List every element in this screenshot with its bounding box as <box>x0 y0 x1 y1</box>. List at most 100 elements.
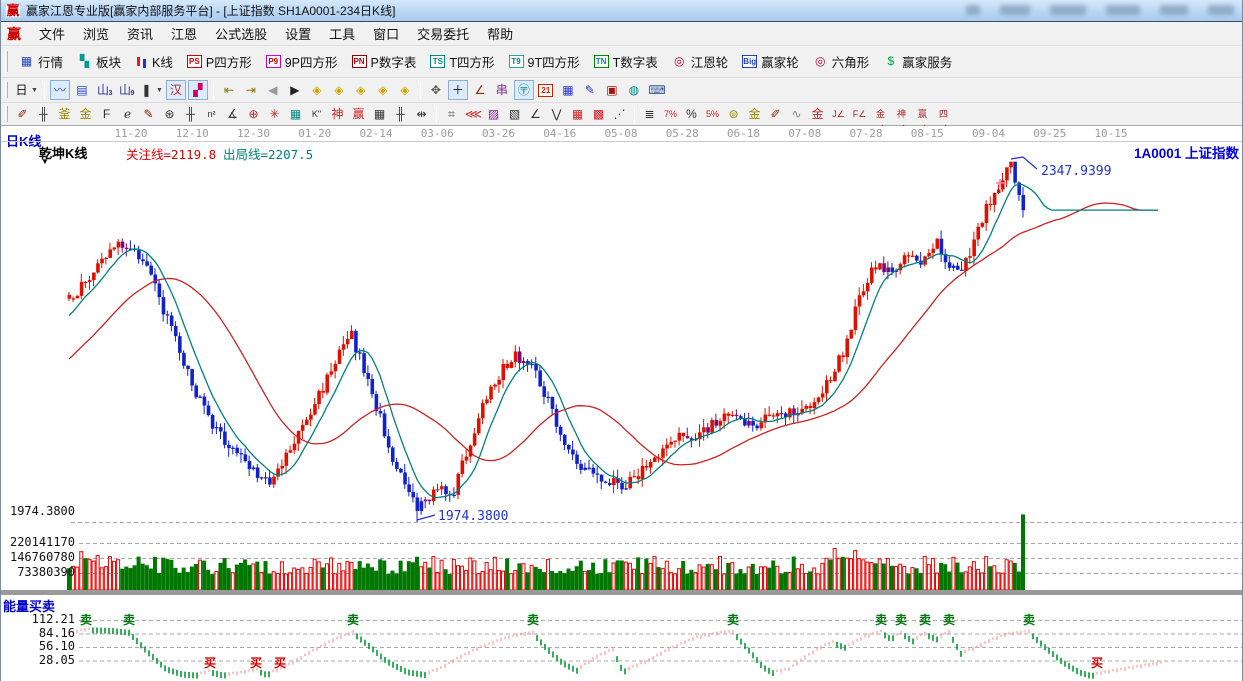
gold-box-tool-button[interactable]: 金 <box>808 105 827 123</box>
f-lines-tool-button[interactable]: F <box>97 105 116 123</box>
target-circle-tool-button[interactable]: ⊕ <box>244 105 263 123</box>
pen-ruler-tool-button[interactable]: ✎ <box>139 105 158 123</box>
period-day-button[interactable]: 日▼ <box>13 80 39 100</box>
t-number-table-button[interactable]: TNT数字表 <box>587 49 665 74</box>
angle-measure-tool-button[interactable]: ∠ <box>470 80 490 100</box>
t-square-button[interactable]: TST四方形 <box>423 49 501 74</box>
red-grid-corner-tool-button[interactable]: ▩ <box>589 105 608 123</box>
grid-lines-tool-button[interactable]: ╫ <box>34 105 53 123</box>
brush-tool-button[interactable]: ✐ <box>766 105 785 123</box>
n-squared-tool-button[interactable]: n² <box>202 105 221 123</box>
page-prev-button[interactable]: ◀ <box>263 80 283 100</box>
kline-button[interactable]: K线 <box>128 49 180 74</box>
ying-grid-tool-button[interactable]: 赢 <box>349 105 368 123</box>
f-angle-tool-button[interactable]: F∠ <box>850 105 869 123</box>
wave-overlay-tool-button[interactable]: ∿ <box>787 105 806 123</box>
pane-separator[interactable] <box>1 590 1243 595</box>
percent-5-tool-button[interactable]: 5% <box>703 105 722 123</box>
box-tool-button[interactable]: ⌗ <box>442 105 461 123</box>
histogram-overlay-button[interactable]: ▞ <box>188 80 208 100</box>
9t-square-button[interactable]: T99T四方形 <box>502 49 587 74</box>
winner-wheel-button[interactable]: Big赢家轮 <box>735 49 806 74</box>
pen-tool-button[interactable]: ✐ <box>13 105 32 123</box>
j-angle-tool-button[interactable]: J∠ <box>829 105 848 123</box>
star-web-tool-button[interactable]: ✳ <box>265 105 284 123</box>
menu-item-news[interactable]: 资讯 <box>119 22 161 45</box>
candle-style-button[interactable]: ❚▼ <box>138 80 164 100</box>
numbered-grid-tool-button[interactable]: ▦ <box>370 105 389 123</box>
fan-lines-tool-button[interactable]: ⋘ <box>463 105 482 123</box>
hash-lines-tool-button[interactable]: ╫ <box>181 105 200 123</box>
percent-tool-button[interactable]: % <box>682 105 701 123</box>
bars-9-button[interactable]: 山9 <box>116 80 136 100</box>
gold-angle-tool-button[interactable]: 金∠ <box>871 105 890 123</box>
gold-kettle-tool-button[interactable]: 釜 <box>55 105 74 123</box>
menu-item-window[interactable]: 窗口 <box>365 22 407 45</box>
sectors-button[interactable]: ▚板块 <box>70 49 128 74</box>
p-square-button[interactable]: PSP四方形 <box>180 49 259 74</box>
save-icon: ▣ <box>604 83 619 98</box>
menu-item-trade-entrust[interactable]: 交易委托 <box>409 22 477 45</box>
zoom-all-button[interactable]: ◈ <box>395 80 415 100</box>
title-bar[interactable]: 赢 赢家江恩专业版[赢家内部服务平台] - [上证指数 SH1A0001-234… <box>1 0 1242 22</box>
chart-globe-button[interactable]: ◍ <box>624 80 644 100</box>
zoom-out-x-button[interactable]: ◈ <box>307 80 327 100</box>
save-button[interactable]: ▣ <box>602 80 622 100</box>
ying-angle-tool-button[interactable]: 赢∠ <box>913 105 932 123</box>
bars-3-button[interactable]: 山3 <box>94 80 114 100</box>
fan-box-tool-button[interactable]: ▨ <box>484 105 503 123</box>
menu-item-formula-stock-pick[interactable]: 公式选股 <box>207 22 275 45</box>
percent-7-tool-button[interactable]: 7% <box>661 105 680 123</box>
angle-pen-tool-button[interactable]: ∡ <box>223 105 242 123</box>
page-next-button[interactable]: ▶ <box>285 80 305 100</box>
market-quotes-button[interactable]: ▦行情 <box>12 49 70 74</box>
v-lines-tool-button[interactable]: ⋁ <box>547 105 566 123</box>
angle-rays-tool-button[interactable]: ∠ <box>526 105 545 123</box>
crosshair-tool-button[interactable]: ＋ <box>448 80 468 100</box>
p-number-table-button[interactable]: PNP数字表 <box>345 49 424 74</box>
k-quote-tool-button[interactable]: K" <box>307 105 326 123</box>
steps-chart-tool-button[interactable]: ≣ <box>640 105 659 123</box>
go-first-button[interactable]: ⇤ <box>219 80 239 100</box>
workstation-button[interactable]: ⌨ <box>646 80 666 100</box>
shen-angle-tool-button[interactable]: 神∠ <box>892 105 911 123</box>
zigzag-overlay-button[interactable]: 〰 <box>50 80 70 100</box>
spiral-tool-button[interactable]: ℯ <box>118 105 137 123</box>
go-last-button[interactable]: ⇥ <box>241 80 261 100</box>
p-number-table-icon: PN <box>352 55 367 68</box>
gann-string-tool-button[interactable]: 串 <box>492 80 512 100</box>
gann-wheel-button[interactable]: ◎江恩轮 <box>665 49 736 74</box>
hand-tool-button[interactable]: ✥ <box>426 80 446 100</box>
hexagon-button[interactable]: ◎六角形 <box>806 49 877 74</box>
shaded-box-tool-button[interactable]: ▧ <box>505 105 524 123</box>
red-grid-tool-button[interactable]: ▦ <box>568 105 587 123</box>
winner-service-button[interactable]: $赢家服务 <box>876 49 959 74</box>
info-panel-button[interactable]: ▤ <box>72 80 92 100</box>
notes-button[interactable]: ✎ <box>580 80 600 100</box>
menu-item-settings[interactable]: 设置 <box>277 22 319 45</box>
shen-grid-tool-button[interactable]: 神 <box>328 105 347 123</box>
calendar-button[interactable]: 21 <box>536 80 556 100</box>
zoom-in-x-button[interactable]: ◈ <box>329 80 349 100</box>
9p-square-button[interactable]: P99P四方形 <box>259 49 345 74</box>
web-square-tool-button[interactable]: ▦ <box>286 105 305 123</box>
menu-item-file[interactable]: 文件 <box>31 22 73 45</box>
chart-canvas[interactable] <box>1 126 1243 681</box>
menu-item-browse[interactable]: 浏览 <box>75 22 117 45</box>
circle-grid-tool-button[interactable]: ⊛ <box>160 105 179 123</box>
zoom-fit-xy-button[interactable]: ◈ <box>373 80 393 100</box>
hanzi-marks-button[interactable]: 汉 <box>166 80 186 100</box>
menu-item-help[interactable]: 帮助 <box>479 22 521 45</box>
gold-level-tool-button[interactable]: 金 <box>745 105 764 123</box>
zoom-fit-x-button[interactable]: ◈ <box>351 80 371 100</box>
gold-lines-tool-button[interactable]: 金 <box>76 105 95 123</box>
calculator-button[interactable]: ▦ <box>558 80 578 100</box>
parallel-lines-tool-button[interactable]: ⋰ <box>610 105 629 123</box>
four-angle-tool-button[interactable]: 四∠ <box>934 105 953 123</box>
menu-item-tools[interactable]: 工具 <box>321 22 363 45</box>
span-lines-tool-button[interactable]: ╫ <box>391 105 410 123</box>
width-measure-tool-button[interactable]: ⇹ <box>412 105 431 123</box>
pattern-tool-button[interactable]: 〶 <box>514 80 534 100</box>
gold-circle-tool-button[interactable]: ⊜ <box>724 105 743 123</box>
menu-item-gann[interactable]: 江恩 <box>163 22 205 45</box>
